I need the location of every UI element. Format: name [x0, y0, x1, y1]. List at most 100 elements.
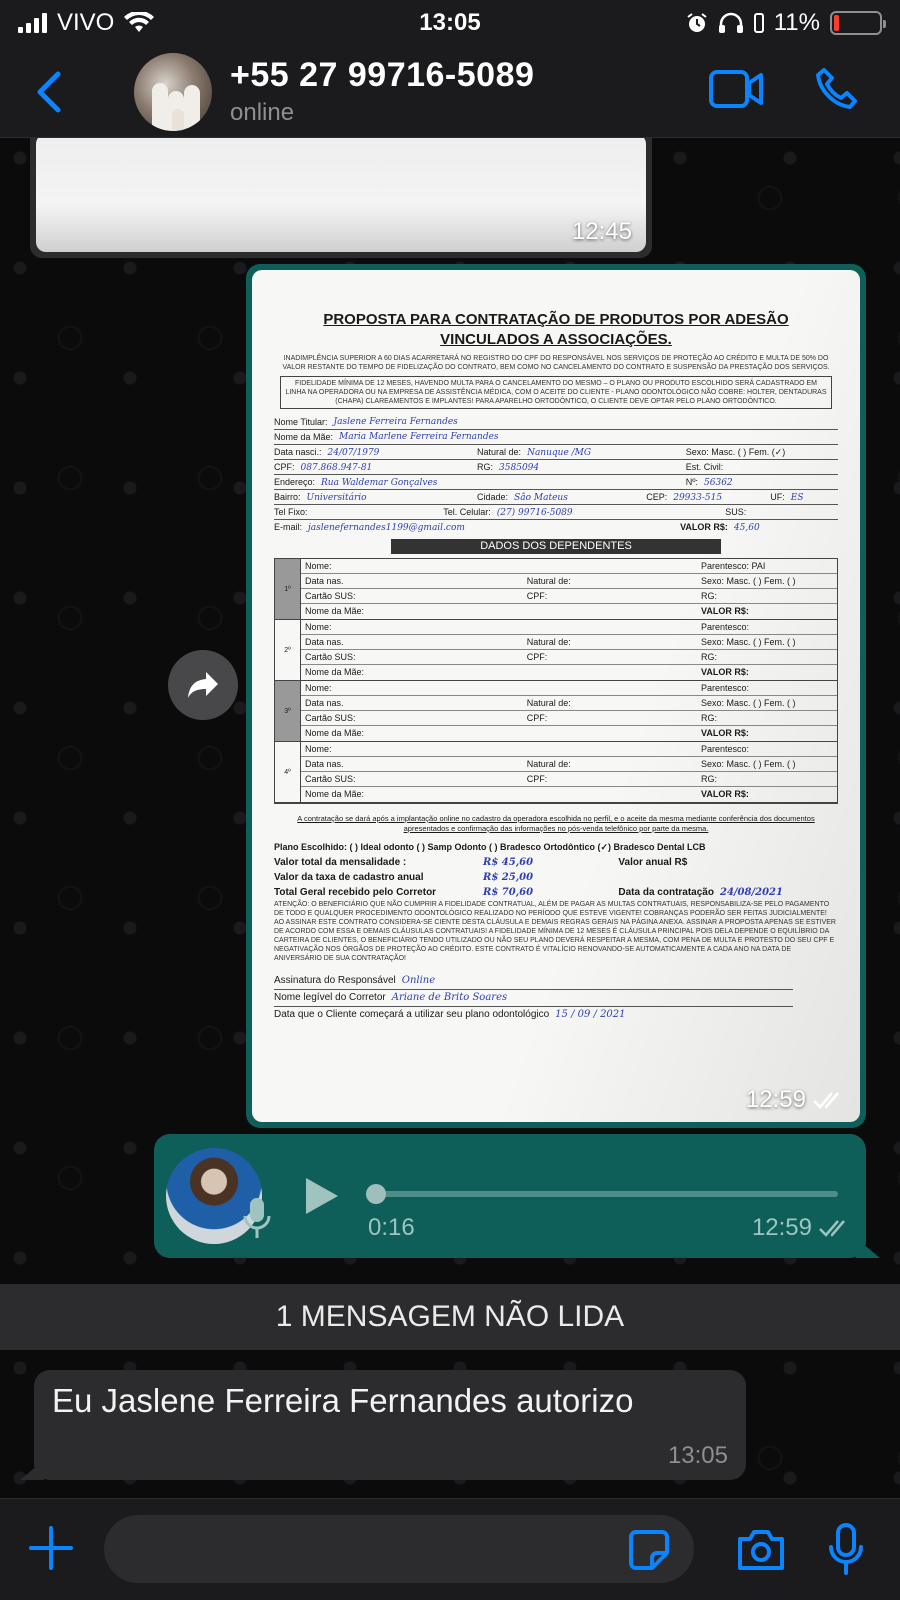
field-label: CEP:: [646, 492, 668, 502]
dependent-row: 4º Nome: Parentesco: Data nas. Natural de: Se…: [275, 742, 837, 803]
assinatura-row: Assinatura do Responsável Online: [274, 973, 793, 990]
field-label: Natural de:: [526, 637, 571, 647]
total-geral-row: Total Geral recebido pelo Corretor R$ 70…: [274, 885, 838, 900]
field-label: [527, 559, 701, 573]
field-value: jaslenefernandes1199@gmail.com: [308, 523, 465, 533]
field-label: Natural de:: [526, 698, 571, 708]
plus-icon[interactable]: [28, 1525, 74, 1571]
field-label: Natural de:: [477, 447, 522, 457]
field-label: Sexo: Masc. ( ) Fem. ( ): [700, 576, 796, 586]
row-cpf: CPF: 087.868.947-81 RG: 3585094 Est. Civil…: [274, 460, 838, 475]
field-label: Cartão SUS:: [305, 713, 356, 723]
dependent-fields: Nome: Parentesco: PAI Data nas. Natural de:…: [301, 559, 837, 619]
field-label: RG:: [700, 713, 717, 723]
video-camera-icon[interactable]: [708, 69, 764, 109]
valor-total-row: Valor total da mensalidade : R$ 45,60 Va…: [274, 855, 838, 870]
audio-scrubber[interactable]: [366, 1184, 386, 1204]
inicio-row: Data que o Cliente começará a utilizar s…: [274, 1007, 838, 1023]
bubble-tail: [20, 1460, 44, 1480]
audio-progress-track[interactable]: [376, 1191, 838, 1197]
outgoing-audio-message[interactable]: 0:16 12:59: [154, 1134, 880, 1258]
dependent-field-line: Data nas. Natural de: Sexo: Masc. ( ) Fem.…: [301, 635, 837, 650]
field-value: Rua Waldemar Gonçalves: [321, 478, 438, 488]
dependent-field-line: Cartão SUS: CPF: RG:: [301, 589, 837, 604]
field-value: (27) 99716-5089: [496, 508, 573, 518]
row-telefone: Tel Fixo: Tel. Celular: (27) 99716-5089 S…: [274, 505, 838, 520]
dependent-field-line: Data nas. Natural de: Sexo: Masc. ( ) Fem.…: [301, 696, 837, 711]
field-label: Nome da Mãe:: [274, 432, 334, 442]
chat-area[interactable]: 12:45 PROPOSTA PARA CONTRATAÇÃO DE PRODU…: [0, 138, 900, 1498]
field-label: [527, 726, 701, 741]
field-value: R$ 25,00: [483, 872, 534, 883]
dependent-field-line: Nome da Mãe: VALOR R$:: [301, 604, 837, 619]
dependent-field-line: Nome: Parentesco:: [301, 620, 837, 635]
field-label: Natural de:: [526, 576, 571, 586]
field-label: Tel Fixo:: [274, 507, 308, 517]
field-label: Est. Civil:: [685, 462, 724, 472]
field-label: Assinatura do Responsável: [274, 975, 396, 986]
field-label: RG:: [477, 462, 494, 472]
field-label: SUS:: [725, 507, 747, 517]
dependent-number: 3º: [275, 681, 301, 741]
dependent-number: 1º: [275, 559, 301, 619]
row-endereco: Endereço: Rua Waldemar Gonçalves Nº: 56362: [274, 475, 838, 490]
field-value: 15 / 09 / 2021: [555, 1009, 626, 1020]
forward-button[interactable]: [168, 650, 238, 720]
message-time: 13:05: [667, 1442, 728, 1469]
field-value: Universitário: [306, 493, 367, 503]
field-label: CPF:: [274, 462, 295, 472]
field-label: Sexo: Masc. ( ) Fem. ( ): [700, 759, 796, 769]
contact-avatar[interactable]: [134, 52, 212, 131]
field-value: Nanuque /MG: [527, 448, 592, 458]
input-bar: [0, 1498, 900, 1600]
dependent-row: 3º Nome: Parentesco: Data nas. Natural de: Se…: [275, 681, 837, 742]
phone-icon[interactable]: [814, 66, 860, 112]
dependent-row: 1º Nome: Parentesco: PAI Data nas. Natural d…: [275, 559, 837, 620]
atencao-text: ATENÇÃO: O BENEFICIÁRIO QUE NÃO CUMPRIR …: [274, 901, 836, 962]
field-label: Cartão SUS:: [305, 591, 356, 601]
field-label: Cartão SUS:: [305, 774, 356, 784]
field-label: Endereço:: [274, 477, 316, 487]
play-icon[interactable]: [302, 1176, 342, 1216]
camera-icon[interactable]: [736, 1529, 786, 1571]
field-label: Total Geral recebido pelo Corretor: [274, 887, 437, 898]
message-time: 12:59: [752, 1214, 852, 1242]
field-label: Valor total da mensalidade :: [274, 857, 407, 868]
field-label: [527, 742, 701, 756]
message-input[interactable]: [104, 1515, 694, 1583]
doc-title: PROPOSTA PARA CONTRATAÇÃO DE PRODUTOS PO…: [323, 311, 789, 348]
field-label: Nome:: [305, 744, 332, 754]
field-label: Data que o Cliente começará a utilizar s…: [274, 1009, 550, 1020]
header-actions: [708, 66, 860, 112]
dependent-fields: Nome: Parentesco: Data nas. Natural de: Sexo…: [301, 681, 837, 741]
outgoing-image-message[interactable]: PROPOSTA PARA CONTRATAÇÃO DE PRODUTOS PO…: [246, 264, 866, 1128]
image-thumbnail[interactable]: 12:45: [36, 138, 646, 252]
battery-percent: 11%: [773, 9, 820, 36]
field-label: Data nas.: [305, 698, 344, 708]
sticker-icon[interactable]: [628, 1529, 670, 1571]
field-label: Valor anual R$: [618, 857, 688, 868]
field-value: Online: [401, 975, 436, 986]
dependents-table: 1º Nome: Parentesco: PAI Data nas. Natural d…: [274, 558, 838, 804]
dependent-field-line: Nome: Parentesco:: [301, 681, 837, 696]
field-label: Nome:: [305, 683, 332, 693]
titular-section: Nome Titular: Jaslene Ferreira Fernandes…: [274, 415, 838, 535]
field-label: Valor da taxa de cadastro anual: [274, 872, 424, 883]
field-value: Ariane de Brito Soares: [391, 992, 508, 1003]
field-label: CPF:: [526, 774, 548, 784]
field-label: Data nas.: [305, 576, 344, 586]
message-time: 12:59: [746, 1086, 846, 1114]
incoming-text-message[interactable]: Eu Jaslene Ferreira Fernandes autorizo 1…: [20, 1370, 746, 1480]
earbud-battery-icon: [753, 13, 764, 33]
microphone-icon[interactable]: [828, 1523, 864, 1575]
back-button[interactable]: [18, 62, 78, 122]
incoming-image-message[interactable]: 12:45: [30, 138, 652, 258]
dependent-row: 2º Nome: Parentesco: Data nas. Natural de: Se…: [275, 620, 837, 681]
row-nascimento: Data nasci.: 24/07/1979 Natural de: Nanuqu…: [274, 445, 838, 460]
document-photo[interactable]: PROPOSTA PARA CONTRATAÇÃO DE PRODUTOS PO…: [252, 270, 860, 1122]
dependent-number: 4º: [275, 742, 301, 802]
field-label: Nome:: [305, 622, 332, 632]
bubble-tail: [856, 1238, 880, 1258]
field-label: CPF:: [526, 591, 548, 601]
contact-info[interactable]: +55 27 99716-5089 online: [230, 56, 534, 127]
